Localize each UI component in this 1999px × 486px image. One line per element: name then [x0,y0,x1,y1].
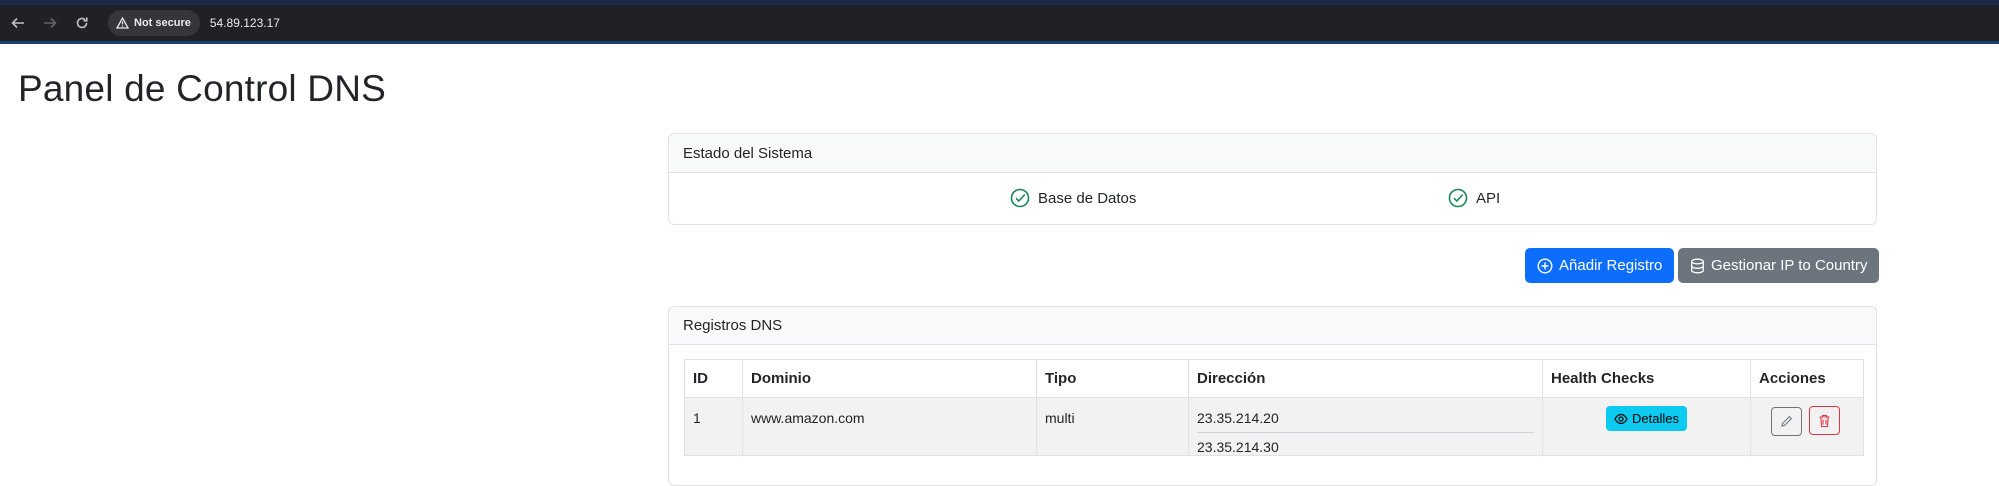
card-header: Estado del Sistema [669,134,1876,173]
dns-records-card: Registros DNS ID Dominio Tipo Dirección … [668,306,1877,486]
status-card-title: Estado del Sistema [683,144,813,162]
add-record-button[interactable]: Añadir Registro [1525,248,1675,283]
back-button[interactable] [2,7,34,39]
cell-health-checks: Detalles [1542,397,1751,456]
add-record-label: Añadir Registro [1559,257,1663,274]
delete-button[interactable] [1808,406,1840,435]
manage-ip-label: Gestionar IP to Country [1711,257,1868,274]
details-button[interactable]: Detalles [1606,406,1687,431]
status-api: API [1448,188,1500,208]
security-label: Not secure [134,17,191,29]
column-header: Acciones [1750,359,1864,398]
address-bar[interactable]: Not secure 54.89.123.17 [108,9,280,37]
security-chip[interactable]: Not secure [108,10,200,36]
reload-icon [76,17,88,29]
cell-actions [1750,397,1864,456]
cell-id: 1 [684,397,743,456]
url-text[interactable]: 54.89.123.17 [210,16,280,30]
check-circle-icon [1010,188,1030,208]
manage-ip-country-button[interactable]: Gestionar IP to Country [1678,248,1880,283]
table-header-row: ID Dominio Tipo Dirección Health Checks … [684,359,1864,398]
dns-card-title: Registros DNS [683,317,783,334]
status-label: API [1476,189,1501,207]
arrow-left-icon [11,17,24,29]
column-header: Dirección [1188,359,1543,398]
system-status-card: Estado del Sistema Base de Datos API [668,133,1877,225]
database-icon [1691,258,1704,273]
cell-type: multi [1036,397,1189,456]
cell-domain: www.amazon.com [742,397,1037,456]
arrow-right-icon [44,17,57,29]
page-title: Panel de Control DNS [18,68,387,109]
edit-button[interactable] [1771,406,1802,436]
forward-button[interactable] [34,7,66,39]
table-row: 1 www.amazon.com multi 23.35.214.20 23.3… [684,397,1864,456]
column-header: Tipo [1036,359,1189,398]
dns-table: ID Dominio Tipo Dirección Health Checks … [684,359,1864,456]
status-label: Base de Datos [1038,189,1137,207]
card-header: Registros DNS [669,307,1876,345]
trash-icon [1819,414,1830,427]
column-header: ID [684,359,743,398]
status-body [669,173,1876,224]
pencil-icon [1781,415,1793,427]
column-header: Dominio [742,359,1037,398]
column-header: Health Checks [1542,359,1751,398]
check-circle-icon [1448,188,1468,208]
reload-button[interactable] [66,7,98,39]
plus-circle-icon [1537,257,1553,274]
details-label: Detalles [1632,411,1679,426]
cell-address: 23.35.214.20 23.35.214.30 [1188,397,1543,456]
address-line: 23.35.214.20 [1197,410,1534,433]
warning-icon [116,17,129,29]
eye-icon [1614,413,1628,424]
browser-toolbar: Not secure 54.89.123.17 [0,0,1999,44]
status-database: Base de Datos [1010,188,1136,208]
